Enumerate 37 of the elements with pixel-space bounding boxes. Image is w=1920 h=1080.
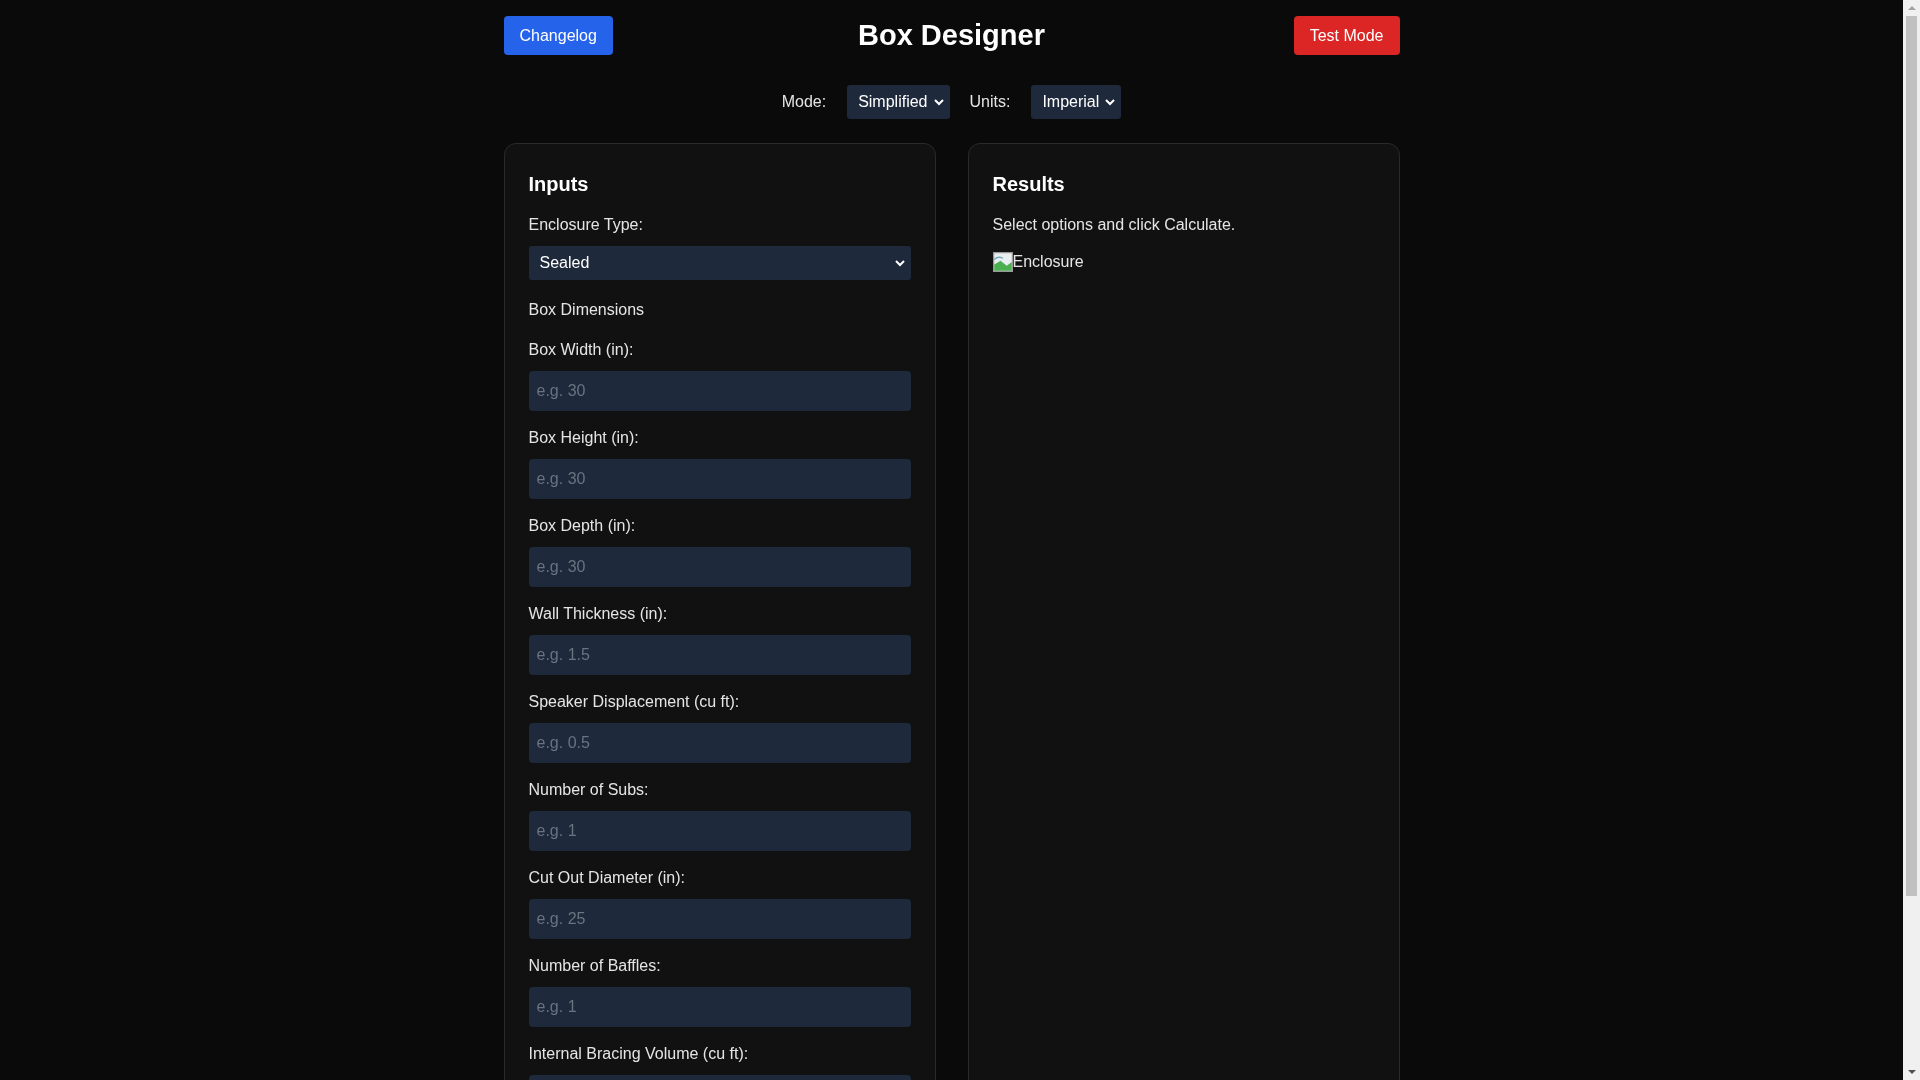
field-label: Speaker Displacement (cu ft): (528, 693, 741, 711)
results-message: Select options and click Calculate. (992, 216, 1237, 234)
section-heading: Box Dimensions (528, 301, 646, 319)
page-title: Box Designer (858, 19, 1045, 52)
setting-select[interactable]: Imperial (1031, 85, 1122, 119)
input-field[interactable]: e.g. 25 (528, 899, 911, 939)
field-label: Box Width (in): (528, 341, 635, 359)
field-label: Box Height (in): (528, 429, 640, 447)
input-field[interactable]: e.g. 30 (528, 547, 911, 587)
test-mode-button[interactable]: Test Mode (1293, 16, 1400, 55)
chevron-icon (933, 98, 944, 106)
input-field[interactable]: e.g. 30 (528, 459, 911, 499)
field-label: Wall Thickness (in): (528, 605, 669, 623)
panel-title: Results (992, 172, 1066, 196)
image-alt-text: Enclosure (1012, 253, 1084, 271)
setting-label: Mode: (781, 93, 827, 111)
enclosure-select[interactable]: Sealed (528, 246, 911, 280)
field-label: Internal Bracing Volume (cu ft): (528, 1045, 750, 1063)
scrollbar-thumb[interactable] (1906, 16, 1917, 896)
field-label: Cut Out Diameter (in): (528, 869, 686, 887)
chevron-icon (1105, 98, 1116, 106)
input-field[interactable]: e.g. 1 (528, 811, 911, 851)
field-label: Enclosure Type: (528, 216, 644, 234)
input-field[interactable]: e.g. 1 (528, 987, 911, 1027)
field-label: Number of Subs: (528, 781, 650, 799)
field-label: Number of Baffles: (528, 957, 662, 975)
setting-select[interactable]: Simplified (847, 85, 950, 119)
changelog-button[interactable]: Changelog (503, 16, 613, 55)
input-field[interactable]: e.g. 0.5 (528, 723, 911, 763)
setting-label: Units: (969, 93, 1011, 111)
chevron-icon (894, 259, 905, 267)
panel-title: Inputs (528, 172, 590, 196)
input-field[interactable]: e.g. 30 (528, 371, 911, 411)
input-field[interactable]: e.g. 1.5 (528, 635, 911, 675)
scrollbar[interactable] (1903, 0, 1920, 1080)
broken-image-icon (992, 252, 1013, 272)
field-label: Box Depth (in): (528, 517, 637, 535)
